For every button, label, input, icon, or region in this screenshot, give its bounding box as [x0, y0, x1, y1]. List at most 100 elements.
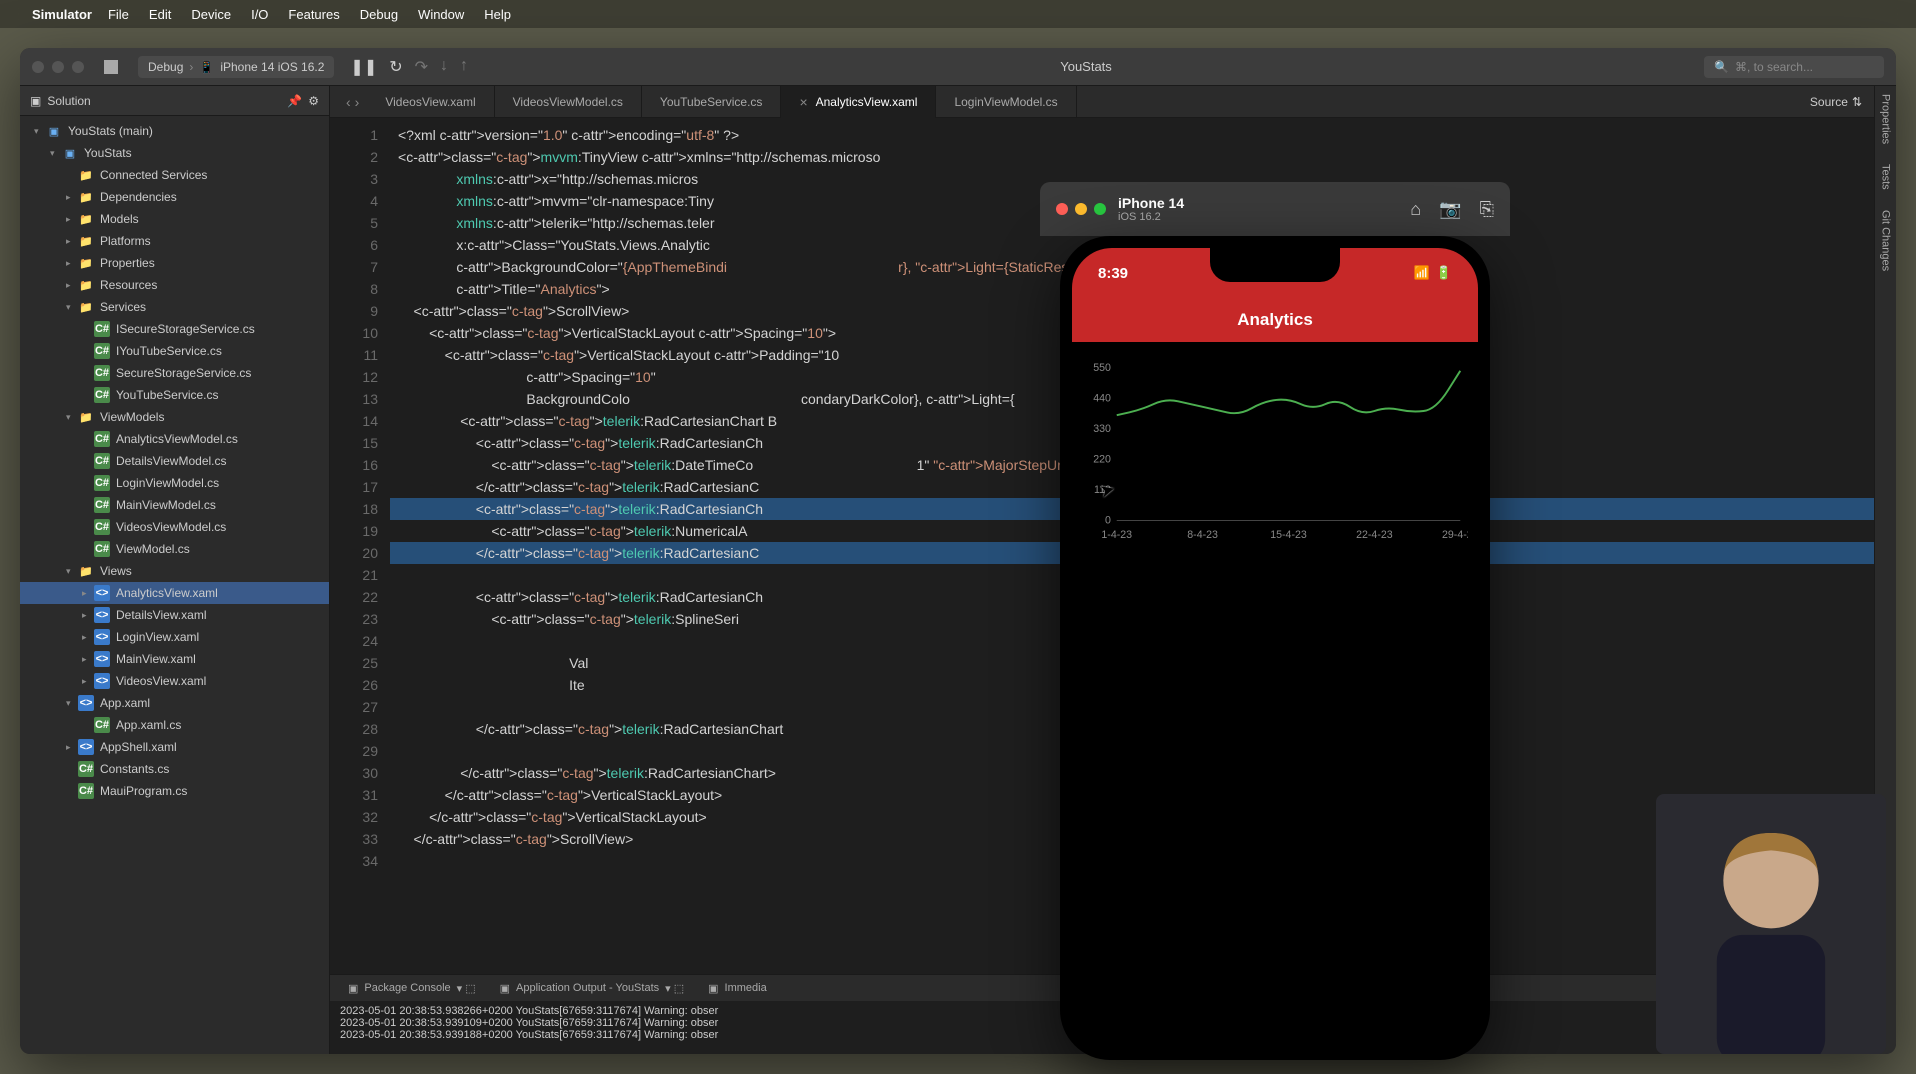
- tree-item[interactable]: C#ViewModel.cs: [20, 538, 329, 560]
- source-dropdown[interactable]: Source ⇅: [1798, 95, 1874, 109]
- simulator-os-version: iOS 16.2: [1118, 211, 1184, 223]
- tree-item[interactable]: ▸📁Models: [20, 208, 329, 230]
- source-label: Source: [1810, 95, 1848, 109]
- tab-tests[interactable]: Tests: [1880, 164, 1892, 190]
- svg-text:220: 220: [1093, 453, 1111, 465]
- tree-item[interactable]: ▾📁ViewModels: [20, 406, 329, 428]
- menu-help[interactable]: Help: [484, 7, 511, 22]
- home-button[interactable]: ⌂: [1410, 199, 1421, 220]
- menu-edit[interactable]: Edit: [149, 7, 171, 22]
- tree-item[interactable]: C#AnalyticsViewModel.cs: [20, 428, 329, 450]
- tree-item[interactable]: ▸<>DetailsView.xaml: [20, 604, 329, 626]
- status-time: 8:39: [1098, 265, 1128, 282]
- tree-item[interactable]: ▾▣YouStats: [20, 142, 329, 164]
- tree-item[interactable]: ▾▣YouStats (main): [20, 120, 329, 142]
- screenshot-button[interactable]: 📷: [1439, 199, 1461, 220]
- nav-forward-button[interactable]: ›: [355, 94, 360, 110]
- tree-item[interactable]: C#Constants.cs: [20, 758, 329, 780]
- solution-sidebar: ▣ Solution 📌 ⚙ ▾▣YouStats (main)▾▣YouSta…: [20, 86, 330, 1054]
- app-title: Analytics: [1237, 310, 1313, 330]
- macos-menubar: Simulator File Edit Device I/O Features …: [0, 0, 1916, 28]
- menu-device[interactable]: Device: [191, 7, 231, 22]
- rotate-button[interactable]: ⎘: [1480, 199, 1494, 220]
- phone-screen[interactable]: 8:39 📶 🔋 Analytics 01102203304405501-4-2…: [1072, 248, 1478, 1048]
- tree-item[interactable]: ▸<>MainView.xaml: [20, 648, 329, 670]
- battery-icon: 🔋: [1436, 265, 1452, 281]
- chevron-right-icon: ›: [189, 60, 193, 74]
- restart-button[interactable]: ↻: [389, 57, 402, 77]
- nav-back-button[interactable]: ‹: [346, 94, 351, 110]
- window-title: YouStats: [468, 59, 1704, 74]
- menu-window[interactable]: Window: [418, 7, 464, 22]
- simulator-traffic-lights[interactable]: [1056, 203, 1106, 215]
- gear-icon[interactable]: ⚙: [308, 94, 319, 108]
- debug-target-label: iPhone 14 iOS 16.2: [220, 60, 324, 74]
- editor-tab[interactable]: ×AnalyticsView.xaml: [781, 86, 936, 118]
- debug-config-label: Debug: [148, 60, 183, 74]
- close-icon[interactable]: ×: [799, 94, 807, 110]
- tab-package-console[interactable]: ▣ Package Console ▾ ⬚: [338, 982, 486, 995]
- tree-item[interactable]: C#IYouTubeService.cs: [20, 340, 329, 362]
- tree-item[interactable]: ▸📁Platforms: [20, 230, 329, 252]
- editor-tab[interactable]: VideosView.xaml: [367, 86, 494, 118]
- tab-git[interactable]: Git Changes: [1880, 210, 1892, 271]
- ide-window: Debug › 📱 iPhone 14 iOS 16.2 ❚❚ ↻ ↷ ↓ ↑ …: [20, 48, 1896, 1054]
- tree-item[interactable]: C#ISecureStorageService.cs: [20, 318, 329, 340]
- menu-features[interactable]: Features: [288, 7, 339, 22]
- tree-item[interactable]: C#YouTubeService.cs: [20, 384, 329, 406]
- menu-io[interactable]: I/O: [251, 7, 268, 22]
- tree-item[interactable]: ▸<>AnalyticsView.xaml: [20, 582, 329, 604]
- tree-item[interactable]: ▾📁Services: [20, 296, 329, 318]
- search-input[interactable]: 🔍 ⌘, to search...: [1704, 56, 1884, 78]
- pause-button[interactable]: ❚❚: [350, 57, 377, 77]
- tree-item[interactable]: C#DetailsViewModel.cs: [20, 450, 329, 472]
- tree-item[interactable]: ▸<>AppShell.xaml: [20, 736, 329, 758]
- app-header: Analytics: [1072, 298, 1478, 342]
- editor-tab[interactable]: VideosViewModel.cs: [495, 86, 642, 118]
- tree-item[interactable]: C#App.xaml.cs: [20, 714, 329, 736]
- tree-item[interactable]: ▸📁Dependencies: [20, 186, 329, 208]
- editor-tab[interactable]: LoginViewModel.cs: [936, 86, 1076, 118]
- svg-text:8-4-23: 8-4-23: [1187, 529, 1218, 541]
- tree-item[interactable]: 📁Connected Services: [20, 164, 329, 186]
- stop-button[interactable]: [104, 60, 118, 74]
- svg-text:330: 330: [1093, 423, 1111, 435]
- step-out-button[interactable]: ↑: [460, 57, 468, 77]
- analytics-chart[interactable]: 01102203304405501-4-238-4-2315-4-2322-4-…: [1072, 342, 1478, 562]
- phone-notch: [1210, 248, 1340, 282]
- simulator-titlebar[interactable]: iPhone 14 iOS 16.2 ⌂ 📷 ⎘: [1040, 182, 1510, 236]
- tree-item[interactable]: C#VideosViewModel.cs: [20, 516, 329, 538]
- svg-text:22-4-23: 22-4-23: [1356, 529, 1393, 541]
- solution-icon: ▣: [30, 94, 41, 108]
- svg-text:550: 550: [1093, 362, 1111, 374]
- menu-debug[interactable]: Debug: [360, 7, 398, 22]
- tree-item[interactable]: ▸📁Properties: [20, 252, 329, 274]
- tree-item[interactable]: C#SecureStorageService.cs: [20, 362, 329, 384]
- debug-target-selector[interactable]: Debug › 📱 iPhone 14 iOS 16.2: [138, 56, 334, 78]
- tree-item[interactable]: ▸📁Resources: [20, 274, 329, 296]
- step-in-button[interactable]: ↓: [440, 57, 448, 77]
- ide-titlebar: Debug › 📱 iPhone 14 iOS 16.2 ❚❚ ↻ ↷ ↓ ↑ …: [20, 48, 1896, 86]
- solution-tree[interactable]: ▾▣YouStats (main)▾▣YouStats📁Connected Se…: [20, 116, 329, 1054]
- window-traffic-lights[interactable]: [32, 61, 84, 73]
- tree-item[interactable]: ▸<>LoginView.xaml: [20, 626, 329, 648]
- tree-item[interactable]: C#MainViewModel.cs: [20, 494, 329, 516]
- tab-immediate[interactable]: ▣ Immedia: [698, 982, 777, 995]
- tree-item[interactable]: ▸<>VideosView.xaml: [20, 670, 329, 692]
- tree-item[interactable]: ▾<>App.xaml: [20, 692, 329, 714]
- svg-text:1-4-23: 1-4-23: [1101, 529, 1132, 541]
- step-over-button[interactable]: ↷: [415, 57, 428, 77]
- editor-tab[interactable]: YouTubeService.cs: [642, 86, 782, 118]
- sidebar-header-label: Solution: [47, 94, 90, 108]
- tree-item[interactable]: ▾📁Views: [20, 560, 329, 582]
- menubar-app-name[interactable]: Simulator: [32, 7, 92, 22]
- tree-item[interactable]: C#MauiProgram.cs: [20, 780, 329, 802]
- svg-text:440: 440: [1093, 392, 1111, 404]
- tree-item[interactable]: C#LoginViewModel.cs: [20, 472, 329, 494]
- chart-svg: 01102203304405501-4-238-4-2315-4-2322-4-…: [1082, 356, 1468, 548]
- tab-properties[interactable]: Properties: [1880, 94, 1892, 144]
- tab-app-output[interactable]: ▣ Application Output - YouStats ▾ ⬚: [490, 982, 695, 995]
- chevron-updown-icon: ⇅: [1852, 95, 1862, 109]
- menu-file[interactable]: File: [108, 7, 129, 22]
- pin-icon[interactable]: 📌: [287, 94, 302, 108]
